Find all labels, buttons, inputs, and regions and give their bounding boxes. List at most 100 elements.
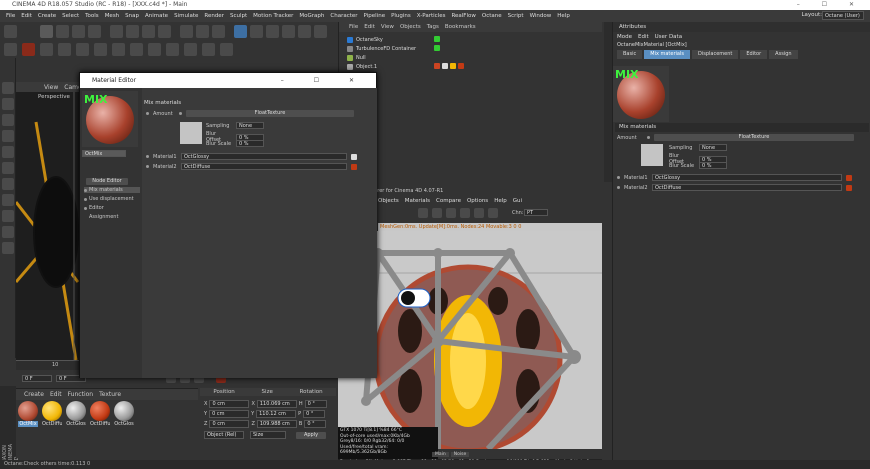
octane-camera-icon[interactable] xyxy=(40,43,53,56)
om-menu-objects[interactable]: Objects xyxy=(400,24,421,30)
subdivision-icon[interactable] xyxy=(266,25,279,38)
menu-octane[interactable]: Octane xyxy=(482,13,502,19)
menu-plugins[interactable]: Plugins xyxy=(391,13,411,19)
octane-light-icon[interactable] xyxy=(58,43,71,56)
amount-texture-swatch[interactable] xyxy=(641,144,663,166)
keyframe-dot-icon[interactable] xyxy=(617,186,620,189)
position-z-field[interactable]: 0 cm xyxy=(209,420,250,428)
render-menu-options[interactable]: Options xyxy=(467,198,488,204)
matman-menu-edit[interactable]: Edit xyxy=(50,391,62,398)
blur-scale-field[interactable]: 0 % xyxy=(699,162,727,169)
channel-select[interactable]: PT xyxy=(524,209,548,216)
menu-character[interactable]: Character xyxy=(330,13,357,19)
om-menu-file[interactable]: File xyxy=(349,24,358,30)
menu-help[interactable]: Help xyxy=(557,13,570,19)
render-map-icon[interactable] xyxy=(488,208,498,218)
material-octglossy-2[interactable]: OctGlos xyxy=(114,401,134,429)
octane-live-viewer-icon[interactable] xyxy=(4,43,17,56)
menu-edit[interactable]: Edit xyxy=(21,13,32,19)
om-menu-view[interactable]: View xyxy=(381,24,394,30)
polygons-mode-icon[interactable] xyxy=(2,162,14,174)
material-editor-window-controls[interactable]: – ☐ ✕ xyxy=(281,73,368,88)
planar-workplane-icon[interactable] xyxy=(2,242,14,254)
keyframe-dot-icon[interactable] xyxy=(179,112,182,115)
points-mode-icon[interactable] xyxy=(2,130,14,142)
om-menu-edit[interactable]: Edit xyxy=(364,24,375,30)
tab-basic[interactable]: Basic xyxy=(617,50,643,59)
node-editor-button[interactable]: Node Editor xyxy=(86,178,128,185)
visibility-tag-icon[interactable] xyxy=(434,63,440,69)
render-region-icon[interactable] xyxy=(432,208,442,218)
undo-icon[interactable] xyxy=(4,25,17,38)
keyframe-dot-icon[interactable] xyxy=(146,112,149,115)
render-tab-noise[interactable]: Noise xyxy=(450,452,470,457)
material-tag-icon[interactable] xyxy=(442,63,448,69)
octane-mix-icon[interactable] xyxy=(112,43,125,56)
attr-menu-user-data[interactable]: User Data xyxy=(655,34,682,40)
size-y-field[interactable]: 110.12 cm xyxy=(256,410,297,418)
size-mode-select[interactable]: Size xyxy=(250,431,286,439)
octane-settings-icon[interactable] xyxy=(94,43,107,56)
render-image[interactable] xyxy=(338,231,602,449)
material-tag-icon[interactable] xyxy=(458,63,464,69)
octane-fog-icon[interactable] xyxy=(166,43,179,56)
material-tag-icon[interactable] xyxy=(450,63,456,69)
rotation-b-field[interactable]: 0 ° xyxy=(304,420,327,428)
matman-menu-texture[interactable]: Texture xyxy=(99,391,121,398)
apply-button[interactable]: Apply xyxy=(296,431,326,439)
coordinate-mode-select[interactable]: Object (Rel) xyxy=(204,431,244,439)
position-y-field[interactable]: 0 cm xyxy=(209,410,250,418)
octane-texture-icon[interactable] xyxy=(130,43,143,56)
workplane-icon[interactable] xyxy=(2,114,14,126)
deformer-icon[interactable] xyxy=(298,25,311,38)
amount-texture-button[interactable]: FloatTexture xyxy=(654,134,854,141)
material1-link-field[interactable]: OctGlossy xyxy=(181,153,347,160)
menu-mograph[interactable]: MoGraph xyxy=(299,13,324,19)
z-axis-icon[interactable] xyxy=(142,25,155,38)
menu-motion-tracker[interactable]: Motion Tracker xyxy=(253,13,293,19)
render-settings-icon[interactable] xyxy=(212,25,225,38)
render-lock-icon[interactable] xyxy=(418,208,428,218)
octane-vdb-icon[interactable] xyxy=(220,43,233,56)
menu-sculpt[interactable]: Sculpt xyxy=(230,13,247,19)
render-picture-viewer-icon[interactable] xyxy=(196,25,209,38)
material-octdiffuse-yellow[interactable]: OctDiffu xyxy=(42,401,62,429)
menu-animate[interactable]: Animate xyxy=(145,13,168,19)
render-menu-objects[interactable]: Objects xyxy=(378,198,399,204)
channel-editor[interactable]: Editor xyxy=(84,205,140,211)
render-menu-gui[interactable]: Gui xyxy=(513,198,522,204)
octane-scatter-icon[interactable] xyxy=(184,43,197,56)
material-octglossy-1[interactable]: OctGlos xyxy=(66,401,86,429)
menu-select[interactable]: Select xyxy=(62,13,79,19)
visibility-tag-icon[interactable] xyxy=(434,36,440,42)
pen-icon[interactable] xyxy=(250,25,263,38)
matman-menu-function[interactable]: Function xyxy=(68,391,94,398)
texture-mode-icon[interactable] xyxy=(2,98,14,110)
sampling-select[interactable]: None xyxy=(699,144,727,151)
tab-editor[interactable]: Editor xyxy=(740,50,768,59)
size-z-field[interactable]: 109.988 cm xyxy=(256,420,297,428)
object-row-octanesky[interactable]: OctaneSky xyxy=(347,36,383,44)
material-name-field[interactable]: OctMix xyxy=(82,150,126,157)
menu-x-particles[interactable]: X-Particles xyxy=(417,13,446,19)
menu-realflow[interactable]: RealFlow xyxy=(451,13,475,19)
render-menu-help[interactable]: Help xyxy=(494,198,507,204)
material-link-icon[interactable] xyxy=(846,184,852,191)
camera-icon[interactable] xyxy=(314,25,327,38)
tab-displacement[interactable]: Displacement xyxy=(691,50,739,59)
octane-material-icon[interactable] xyxy=(22,43,35,56)
model-mode-icon[interactable] xyxy=(2,82,14,94)
menu-script[interactable]: Script xyxy=(508,13,524,19)
edges-mode-icon[interactable] xyxy=(2,146,14,158)
render-pick-icon[interactable] xyxy=(460,208,470,218)
octane-displacement-icon[interactable] xyxy=(148,43,161,56)
size-x-field[interactable]: 110.069 cm xyxy=(256,400,297,408)
material-octmix[interactable]: OctMix xyxy=(18,401,38,429)
layout-select[interactable]: Octane (User) xyxy=(822,11,864,20)
material2-link-field[interactable]: OctDiffuse xyxy=(652,184,842,191)
om-menu-bookmarks[interactable]: Bookmarks xyxy=(445,24,476,30)
position-x-field[interactable]: 0 cm xyxy=(209,400,250,408)
render-view-icon[interactable] xyxy=(180,25,193,38)
material1-link-field[interactable]: OctGlossy xyxy=(652,174,842,181)
menu-simulate[interactable]: Simulate xyxy=(174,13,198,19)
